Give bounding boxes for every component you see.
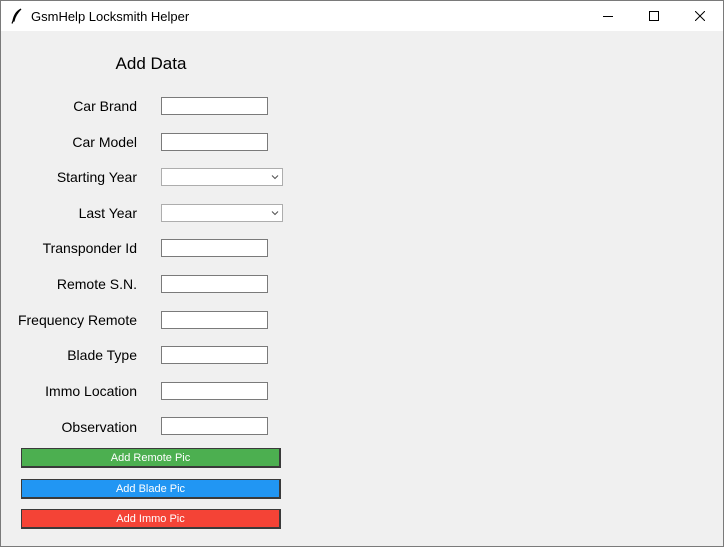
add-blade-pic-label: Add Blade Pic bbox=[115, 482, 186, 495]
chevron-down-icon[interactable] bbox=[270, 172, 280, 182]
add-blade-pic-button[interactable]: Add Blade Pic bbox=[21, 479, 281, 499]
maximize-icon bbox=[649, 11, 659, 21]
car-brand-input[interactable] bbox=[161, 97, 268, 115]
window-title: GsmHelp Locksmith Helper bbox=[31, 9, 190, 24]
chevron-down-icon[interactable] bbox=[270, 208, 280, 218]
car-model-label: Car Model bbox=[72, 134, 137, 150]
add-immo-pic-button[interactable]: Add Immo Pic bbox=[21, 509, 281, 529]
minimize-button[interactable] bbox=[585, 1, 631, 31]
close-icon bbox=[695, 11, 705, 21]
minimize-icon bbox=[603, 16, 613, 17]
app-window: GsmHelp Locksmith Helper Add Data Car Br… bbox=[0, 0, 724, 547]
blade-type-label: Blade Type bbox=[67, 347, 137, 363]
frequency-remote-input[interactable] bbox=[161, 311, 268, 329]
observation-input[interactable] bbox=[161, 417, 268, 435]
close-button[interactable] bbox=[677, 1, 723, 31]
add-immo-pic-label: Add Immo Pic bbox=[116, 512, 185, 525]
car-model-input[interactable] bbox=[161, 133, 268, 151]
remote-sn-input[interactable] bbox=[161, 275, 268, 293]
car-brand-label: Car Brand bbox=[73, 98, 137, 114]
blade-type-input[interactable] bbox=[161, 346, 268, 364]
transponder-id-label: Transponder Id bbox=[42, 240, 137, 256]
add-remote-pic-button[interactable]: Add Remote Pic bbox=[21, 448, 281, 468]
add-remote-pic-label: Add Remote Pic bbox=[110, 451, 191, 464]
title-bar[interactable]: GsmHelp Locksmith Helper bbox=[1, 1, 723, 31]
starting-year-label: Starting Year bbox=[56, 169, 137, 185]
frequency-remote-label: Frequency Remote bbox=[17, 312, 137, 328]
transponder-id-input[interactable] bbox=[161, 239, 268, 257]
last-year-combobox[interactable] bbox=[161, 204, 283, 222]
last-year-label: Last Year bbox=[78, 205, 137, 221]
observation-label: Observation bbox=[61, 419, 137, 435]
remote-sn-label: Remote S.N. bbox=[56, 276, 137, 292]
immo-location-input[interactable] bbox=[161, 382, 268, 400]
starting-year-combobox[interactable] bbox=[161, 168, 283, 186]
immo-location-label: Immo Location bbox=[45, 383, 137, 399]
maximize-button[interactable] bbox=[631, 1, 677, 31]
feather-icon bbox=[11, 8, 22, 24]
form-heading: Add Data bbox=[115, 54, 187, 73]
